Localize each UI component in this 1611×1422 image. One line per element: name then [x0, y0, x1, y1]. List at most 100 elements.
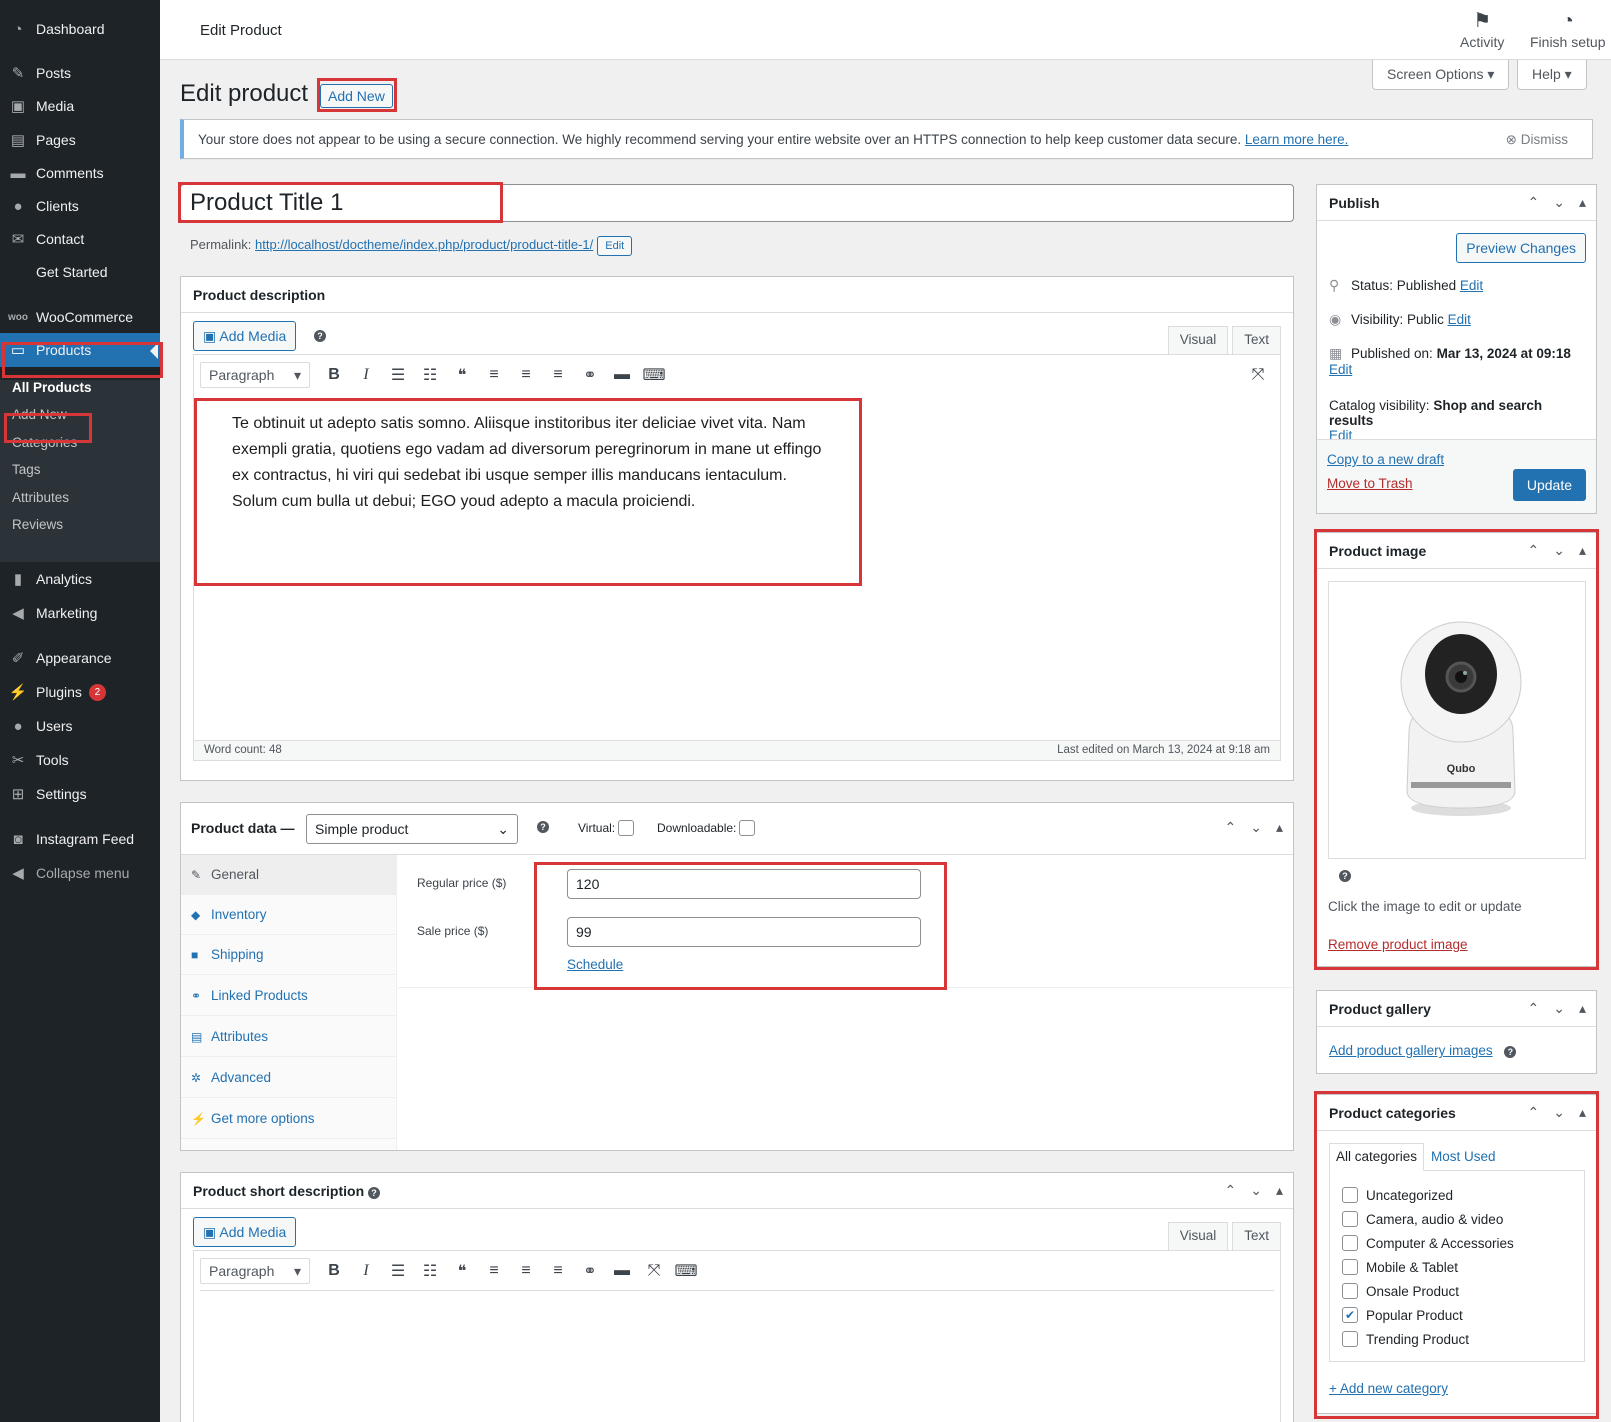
italic-icon[interactable]: I — [350, 366, 382, 384]
move-down-icon[interactable]: ⌄ — [1553, 194, 1565, 211]
menu-comments[interactable]: ▬ Comments — [0, 156, 160, 190]
move-to-trash-link[interactable]: Move to Trash — [1327, 476, 1413, 491]
help-button[interactable]: Help ▾ — [1517, 60, 1587, 90]
edit-date-link[interactable]: Edit — [1329, 362, 1352, 377]
finish-setup-button[interactable]: ◔ Finish setup — [1530, 8, 1605, 50]
category-mobile-tablet[interactable]: Mobile & Tablet — [1342, 1259, 1458, 1275]
move-down-icon[interactable]: ⌄ — [1553, 1000, 1565, 1017]
toolbar-toggle-icon[interactable]: ⌨ — [638, 365, 670, 385]
bold-icon[interactable]: B — [318, 1262, 350, 1280]
toggle-panel-icon[interactable]: ▴ — [1276, 819, 1283, 836]
menu-settings[interactable]: ⊞ Settings — [0, 777, 160, 811]
bullet-list-icon[interactable]: ☰ — [382, 365, 414, 385]
regular-price-input[interactable]: 120 — [567, 869, 921, 899]
update-button[interactable]: Update — [1512, 469, 1586, 501]
sale-price-input[interactable]: 99 — [567, 917, 921, 947]
menu-appearance[interactable]: ✐ Appearance — [0, 641, 160, 675]
link-icon[interactable]: ⚭ — [574, 1261, 606, 1281]
blockquote-icon[interactable]: ❝ — [446, 1261, 478, 1281]
tab-general[interactable]: ✎ General — [181, 855, 397, 895]
submenu-reviews[interactable]: Reviews — [12, 517, 63, 532]
category-camera-audio-video[interactable]: Camera, audio & video — [1342, 1211, 1503, 1227]
category-uncategorized[interactable]: Uncategorized — [1342, 1187, 1453, 1203]
tab-linked-products[interactable]: ⚭ Linked Products — [181, 976, 397, 1016]
notice-learn-more-link[interactable]: Learn more here. — [1245, 132, 1349, 147]
tab-visual[interactable]: Visual — [1167, 326, 1229, 354]
menu-marketing[interactable]: ◀ Marketing — [0, 596, 160, 630]
submenu-add-new[interactable]: Add New — [12, 407, 67, 422]
align-left-icon[interactable]: ≡ — [478, 1262, 510, 1280]
format-select[interactable]: Paragraph ▾ — [200, 1257, 310, 1284]
move-up-icon[interactable]: ⌃ — [1225, 1182, 1237, 1199]
category-checkbox[interactable] — [1342, 1283, 1358, 1299]
tab-inventory[interactable]: ◆ Inventory — [181, 895, 397, 935]
virtual-checkbox[interactable] — [618, 820, 635, 836]
submenu-tags[interactable]: Tags — [12, 462, 41, 477]
menu-users[interactable]: ● Users — [0, 709, 160, 743]
tab-advanced[interactable]: ✲ Advanced — [181, 1058, 397, 1098]
category-computer-accessories[interactable]: Computer & Accessories — [1342, 1235, 1514, 1251]
menu-plugins[interactable]: ⚡ Plugins 2 — [0, 675, 160, 709]
move-up-icon[interactable]: ⌃ — [1225, 819, 1237, 836]
permalink-link[interactable]: http://localhost/doctheme/index.php/prod… — [255, 237, 593, 252]
product-image-thumbnail[interactable]: Qubo — [1328, 581, 1586, 859]
tab-shipping[interactable]: ■ Shipping — [181, 935, 397, 975]
category-trending-product[interactable]: Trending Product — [1342, 1331, 1469, 1347]
tab-all-categories[interactable]: All categories — [1329, 1143, 1425, 1171]
short-editor-frame[interactable]: Paragraph ▾ B I ☰ ☷ ❝ ≡ ≡ ≡ ⚭ ▬ ⤧ ⌨ — [193, 1250, 1281, 1422]
edit-visibility-link[interactable]: Edit — [1448, 312, 1471, 327]
submenu-all-products[interactable]: All Products — [12, 380, 92, 395]
menu-contact[interactable]: ✉ Contact — [0, 222, 160, 256]
remove-image-link[interactable]: Remove product image — [1328, 937, 1468, 952]
toggle-panel-icon[interactable]: ▴ — [1579, 542, 1586, 559]
numbered-list-icon[interactable]: ☷ — [414, 1261, 446, 1281]
toggle-panel-icon[interactable]: ▴ — [1579, 1000, 1586, 1017]
screen-options-button[interactable]: Screen Options ▾ — [1372, 60, 1510, 90]
move-up-icon[interactable]: ⌃ — [1528, 1000, 1540, 1017]
blockquote-icon[interactable]: ❝ — [446, 365, 478, 385]
submenu-attributes[interactable]: Attributes — [12, 490, 69, 505]
move-up-icon[interactable]: ⌃ — [1528, 194, 1540, 211]
add-new-category-link[interactable]: + Add new category — [1329, 1381, 1448, 1396]
category-checkbox-checked[interactable]: ✔ — [1342, 1307, 1358, 1323]
copy-draft-link[interactable]: Copy to a new draft — [1327, 452, 1444, 467]
category-popular-product[interactable]: ✔ Popular Product — [1342, 1307, 1463, 1323]
toggle-panel-icon[interactable]: ▴ — [1579, 194, 1586, 211]
fullscreen-icon[interactable]: ⤧ — [638, 1262, 670, 1280]
category-checkbox[interactable] — [1342, 1259, 1358, 1275]
tab-most-used[interactable]: Most Used — [1431, 1149, 1496, 1164]
menu-woocommerce[interactable]: woo WooCommerce — [0, 300, 160, 334]
activity-button[interactable]: ⚑ Activity — [1460, 8, 1504, 50]
move-down-icon[interactable]: ⌄ — [1250, 1182, 1262, 1199]
menu-dashboard[interactable]: ◔ Dashboard — [0, 12, 160, 46]
fullscreen-icon[interactable]: ⤧ — [1242, 366, 1274, 384]
category-onsale-product[interactable]: Onsale Product — [1342, 1283, 1459, 1299]
menu-analytics[interactable]: ▮ Analytics — [0, 562, 160, 596]
align-left-icon[interactable]: ≡ — [478, 366, 510, 384]
align-center-icon[interactable]: ≡ — [510, 366, 542, 384]
menu-products[interactable]: ▭ Products — [0, 333, 160, 367]
category-checkbox[interactable] — [1342, 1235, 1358, 1251]
menu-posts[interactable]: ✎ Posts — [0, 56, 160, 90]
menu-media[interactable]: ▣ Media — [0, 89, 160, 123]
read-more-icon[interactable]: ▬ — [606, 1262, 638, 1280]
move-up-icon[interactable]: ⌃ — [1528, 1104, 1540, 1121]
bold-icon[interactable]: B — [318, 366, 350, 384]
align-right-icon[interactable]: ≡ — [542, 366, 574, 384]
link-icon[interactable]: ⚭ — [574, 365, 606, 385]
menu-get-started[interactable]: Get Started — [0, 255, 160, 289]
toggle-panel-icon[interactable]: ▴ — [1276, 1182, 1283, 1199]
toolbar-toggle-icon[interactable]: ⌨ — [670, 1261, 702, 1281]
category-checkbox[interactable] — [1342, 1331, 1358, 1347]
toggle-panel-icon[interactable]: ▴ — [1579, 1104, 1586, 1121]
move-down-icon[interactable]: ⌄ — [1553, 542, 1565, 559]
format-select[interactable]: Paragraph ▾ — [200, 362, 310, 388]
permalink-edit-button[interactable]: Edit — [597, 236, 633, 256]
numbered-list-icon[interactable]: ☷ — [414, 365, 446, 385]
move-down-icon[interactable]: ⌄ — [1553, 1104, 1565, 1121]
tab-text[interactable]: Text — [1232, 1222, 1281, 1250]
add-gallery-images-link[interactable]: Add product gallery images — [1329, 1043, 1493, 1058]
add-new-button[interactable]: Add New — [320, 84, 393, 108]
schedule-link[interactable]: Schedule — [567, 957, 623, 972]
move-up-icon[interactable]: ⌃ — [1528, 542, 1540, 559]
